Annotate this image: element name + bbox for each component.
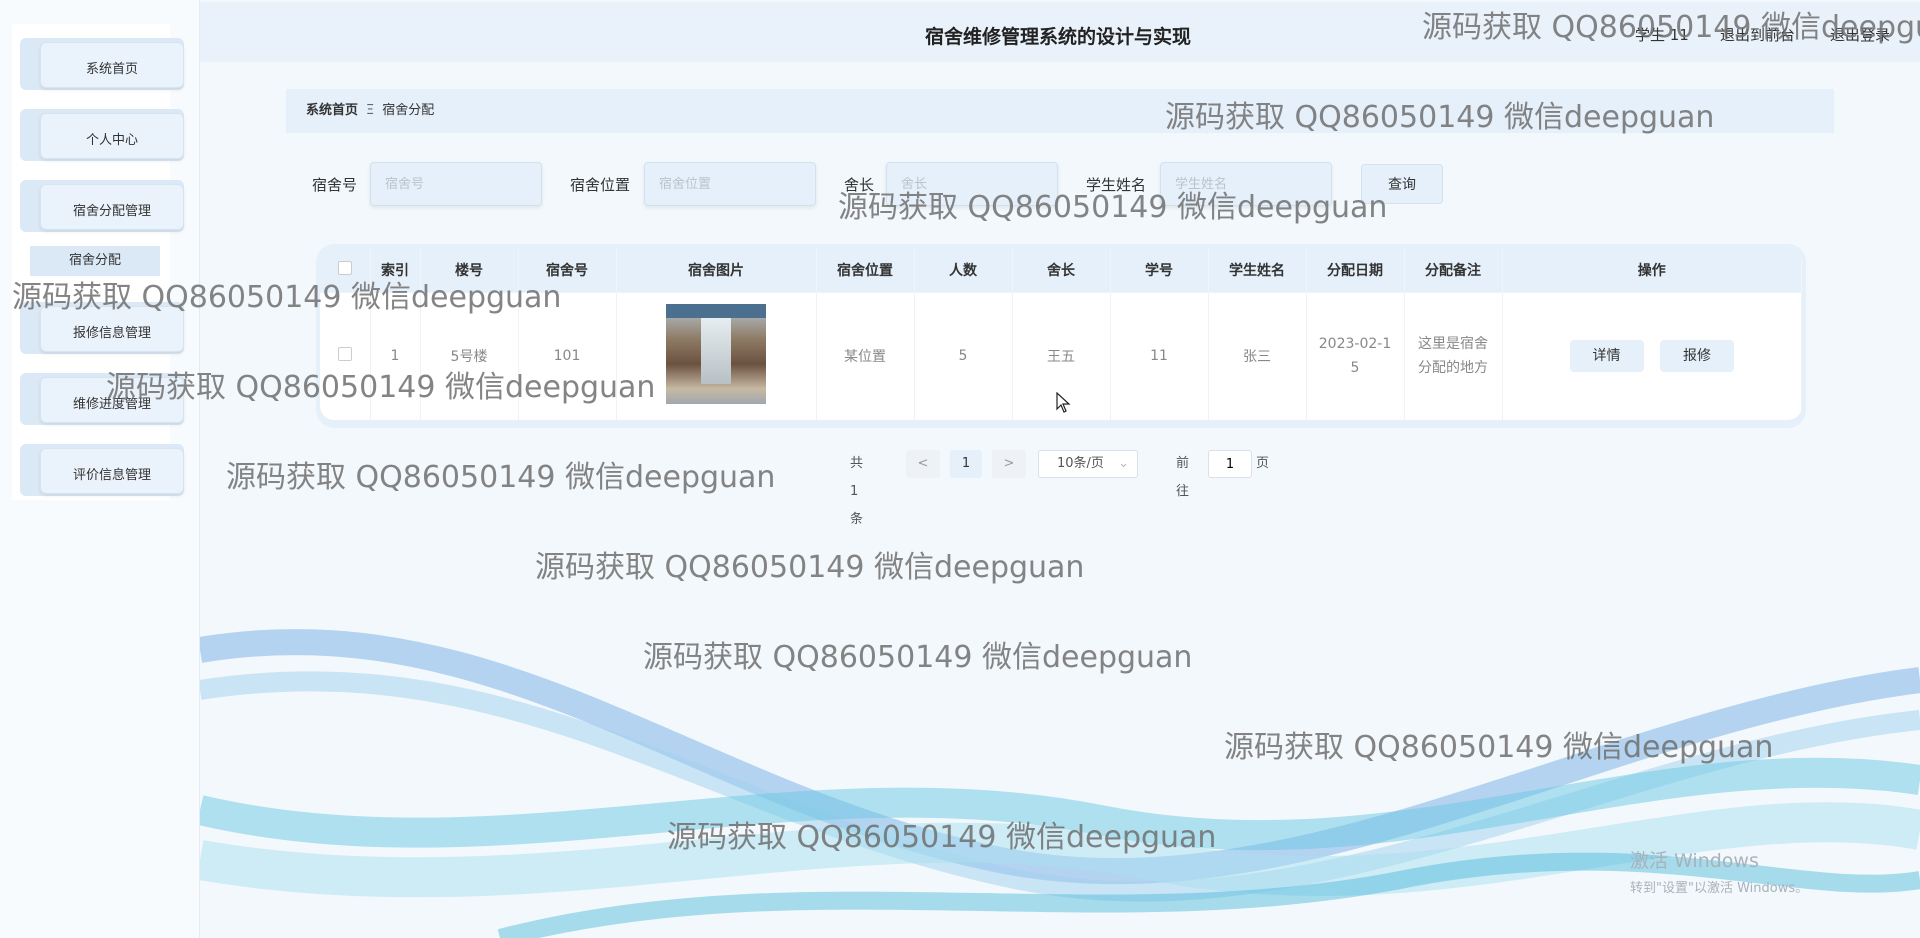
cell-student-name: 张三 xyxy=(1208,291,1307,420)
sidebar-item-home[interactable]: 系统首页 xyxy=(20,38,184,90)
breadcrumb-current: 宿舍分配 xyxy=(382,103,435,118)
windows-activation-notice: 激活 Windows 转到"设置"以激活 Windows。 xyxy=(1630,846,1808,896)
search-input-location[interactable] xyxy=(644,162,816,206)
watermark: 源码获取 QQ86050149 微信deepguan xyxy=(667,820,1217,855)
watermark: 源码获取 QQ86050149 微信deepguan xyxy=(1224,730,1774,765)
sidebar-item-personal[interactable]: 个人中心 xyxy=(20,109,184,161)
prev-page-button[interactable]: < xyxy=(906,450,940,478)
cell-location: 某位置 xyxy=(816,291,915,420)
watermark: 源码获取 QQ86050149 微信deepguan xyxy=(226,460,776,495)
detail-button[interactable]: 详情 xyxy=(1569,340,1644,373)
search-label-location: 宿舍位置 xyxy=(570,176,631,194)
cell-actions: 详情 报修 xyxy=(1502,291,1802,420)
repair-button[interactable]: 报修 xyxy=(1659,340,1734,373)
watermark: 源码获取 QQ86050149 微信deepguan xyxy=(838,190,1388,225)
column-header: 学号 xyxy=(1110,248,1209,292)
watermark: 源码获取 QQ86050149 微信deepguan xyxy=(535,550,1085,585)
page-size-value: 10条/页 xyxy=(1057,456,1104,471)
watermark: 源码获取 QQ86050149 微信deepguan xyxy=(1422,10,1920,45)
sidebar-item-label[interactable]: 系统首页 xyxy=(40,42,184,88)
column-header: 宿舍图片 xyxy=(616,248,817,292)
column-header: 人数 xyxy=(914,248,1013,292)
mouse-cursor-icon xyxy=(1056,392,1071,413)
next-page-button[interactable]: > xyxy=(992,450,1026,478)
column-header: 分配日期 xyxy=(1306,248,1405,292)
watermark: 源码获取 QQ86050149 微信deepguan xyxy=(106,370,656,405)
goto-page-input[interactable] xyxy=(1208,450,1252,478)
sidebar-item-label[interactable]: 个人中心 xyxy=(40,113,184,159)
dorm-photo[interactable] xyxy=(666,304,766,405)
page-title: 宿舍维修管理系统的设计与实现 xyxy=(925,26,1192,48)
chevron-down-icon: ⌄ xyxy=(1118,456,1129,471)
column-header: 操作 xyxy=(1502,248,1802,292)
activation-subtitle: 转到"设置"以激活 Windows。 xyxy=(1630,881,1809,896)
sidebar-item-dorm-assign[interactable]: 宿舍分配管理 xyxy=(20,180,184,232)
breadcrumb-separator-icon: Ξ xyxy=(366,103,375,118)
cell-remark: 这里是宿舍分配的地方 xyxy=(1404,291,1503,420)
column-header: 学生姓名 xyxy=(1208,248,1307,292)
sidebar-item-label[interactable]: 宿舍分配管理 xyxy=(40,184,184,230)
sidebar: 系统首页 个人中心 宿舍分配管理 宿舍分配 报修信息管理 维修进度管理 评价信息… xyxy=(0,0,200,938)
sidebar-item-evaluation[interactable]: 评价信息管理 xyxy=(20,444,184,496)
cell-student-no: 11 xyxy=(1110,291,1209,420)
column-header: 分配备注 xyxy=(1404,248,1503,292)
search-input-room[interactable] xyxy=(370,162,542,206)
cell-count: 5 xyxy=(914,291,1013,420)
page-size-select[interactable]: 10条/页 ⌄ xyxy=(1038,450,1138,478)
search-label-room: 宿舍号 xyxy=(312,176,358,194)
column-header: 宿舍位置 xyxy=(816,248,915,292)
watermark: 源码获取 QQ86050149 微信deepguan xyxy=(1165,100,1715,135)
watermark: 源码获取 QQ86050149 微信deepguan xyxy=(12,280,562,315)
sidebar-item-label[interactable]: 评价信息管理 xyxy=(40,448,184,494)
goto-label: 前往 xyxy=(1176,456,1190,499)
goto-suffix: 页 xyxy=(1256,456,1270,471)
activation-title: 激活 Windows xyxy=(1630,850,1759,872)
breadcrumb-home[interactable]: 系统首页 xyxy=(306,103,358,118)
pagination-total: 共 1 条 xyxy=(850,456,864,527)
page-number-button[interactable]: 1 xyxy=(950,450,982,478)
column-header: 舍长 xyxy=(1012,248,1111,292)
watermark: 源码获取 QQ86050149 微信deepguan xyxy=(643,640,1193,675)
cell-date: 2023-02-15 xyxy=(1306,291,1405,420)
